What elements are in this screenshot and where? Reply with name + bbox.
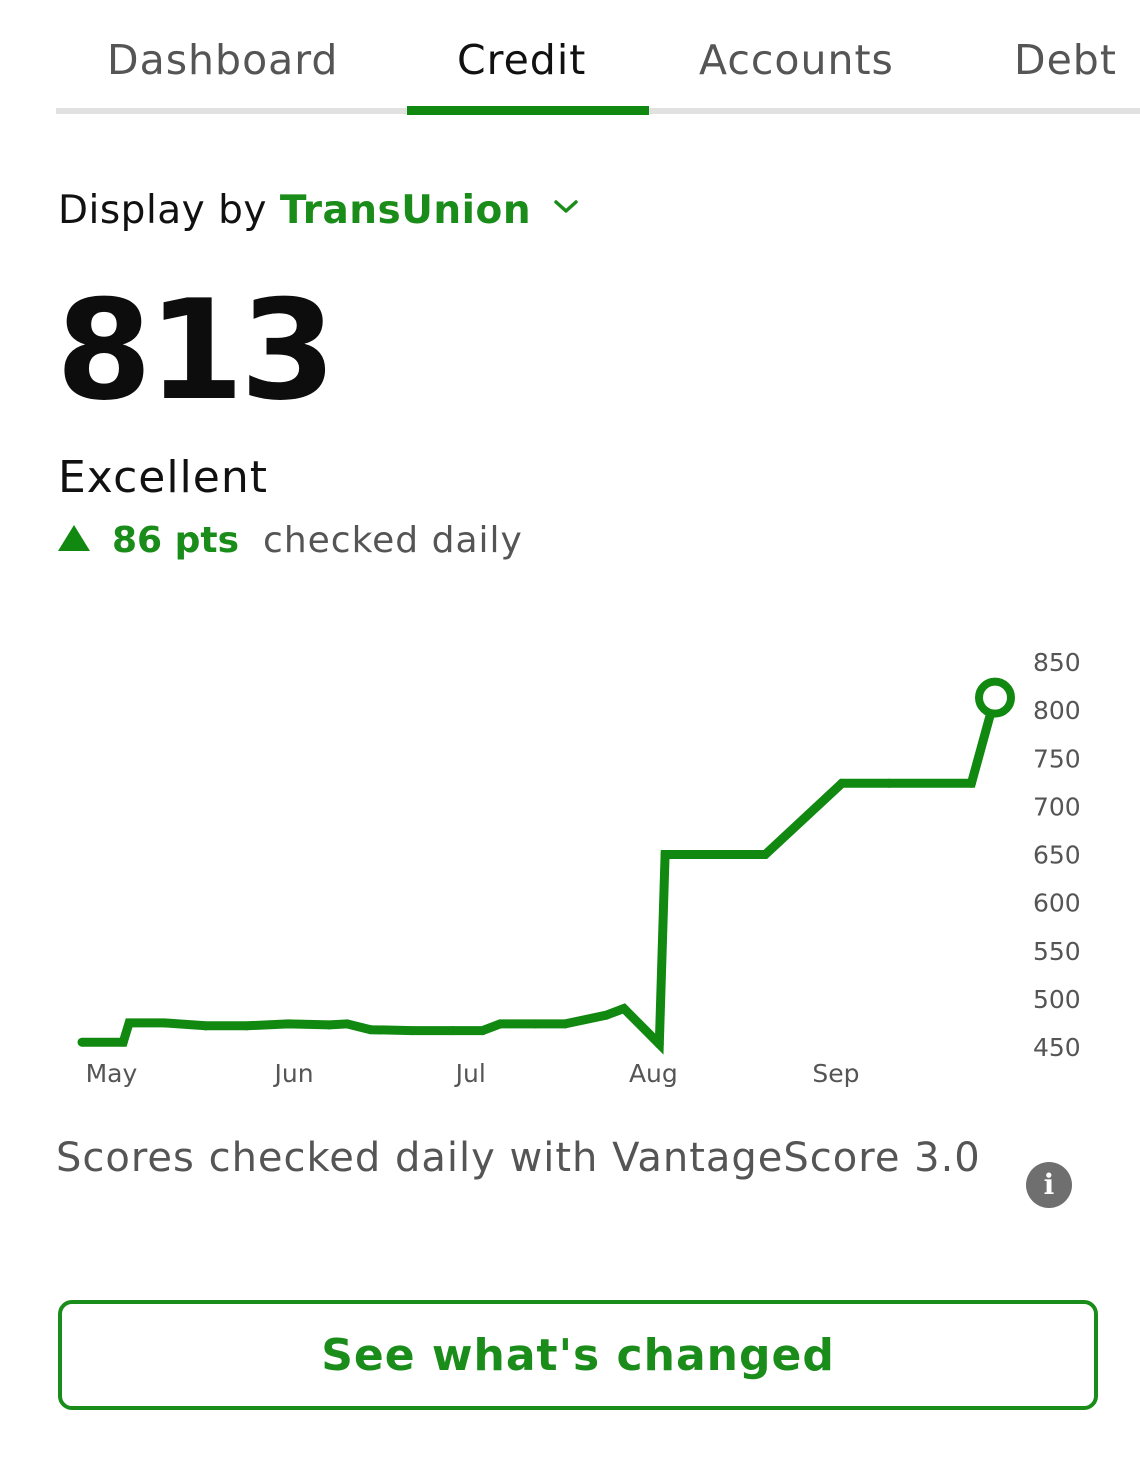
see-whats-changed-button[interactable]: See what's changed (58, 1300, 1098, 1410)
y-tick-label: 550 (1033, 937, 1081, 966)
data-point (531, 1019, 541, 1029)
data-point (478, 1026, 488, 1036)
credit-score-rating: Excellent (58, 452, 268, 503)
y-tick-label: 650 (1033, 841, 1081, 870)
data-point (701, 850, 711, 859)
y-tick-label: 850 (1033, 648, 1081, 677)
current-score-marker[interactable] (975, 677, 1015, 718)
score-check-frequency: checked daily (263, 520, 523, 561)
tab-dashboard[interactable]: Dashboard (107, 36, 338, 84)
tab-accounts[interactable]: Accounts (699, 36, 894, 84)
score-series-line (82, 696, 1000, 1055)
data-point (124, 1018, 134, 1028)
data-point (118, 1037, 128, 1047)
chart-series-layer (77, 677, 1015, 1055)
y-tick-label: 700 (1033, 792, 1081, 821)
data-point (660, 850, 670, 859)
data-point (601, 1010, 611, 1020)
scoring-model-note: Scores checked daily with VantageScore 3… (56, 1135, 981, 1181)
data-point (242, 1021, 252, 1031)
data-point (884, 778, 894, 788)
data-point (966, 778, 976, 788)
data-point (342, 1019, 352, 1029)
x-tick-label: May (86, 1059, 138, 1088)
info-icon[interactable]: i (1026, 1162, 1072, 1208)
data-point (654, 1039, 664, 1049)
bureau-dropdown-value: TransUnion (279, 188, 532, 233)
data-point (619, 1004, 629, 1013)
credit-score-value: 813 (56, 270, 336, 431)
x-tick-label: Sep (812, 1059, 859, 1088)
data-point (560, 1019, 570, 1029)
data-point (201, 1021, 211, 1031)
triangle-up-icon (58, 525, 90, 551)
y-tick-label: 800 (1033, 696, 1081, 725)
data-point (837, 778, 847, 788)
bureau-dropdown[interactable]: TransUnion (280, 188, 579, 233)
score-change-points: 86 pts (112, 520, 240, 561)
y-axis-ticks: 850 800 750 700 650 600 550 500 450 (1033, 648, 1081, 1062)
data-point (760, 850, 770, 859)
active-tab-indicator (407, 106, 649, 115)
data-point (407, 1026, 417, 1036)
x-tick-label: Aug (629, 1059, 678, 1088)
tab-debt[interactable]: Debt (1014, 36, 1117, 84)
display-by-label: Display by (58, 188, 267, 233)
x-tick-label: Jun (273, 1059, 314, 1088)
data-point (366, 1025, 376, 1035)
x-tick-label: Jul (454, 1059, 486, 1088)
score-change-row: 86 pts checked daily (56, 520, 523, 561)
y-tick-label: 600 (1033, 889, 1081, 918)
data-point (324, 1020, 334, 1030)
tab-credit[interactable]: Credit (457, 36, 586, 84)
y-tick-label: 500 (1033, 985, 1081, 1014)
data-point (283, 1019, 293, 1029)
score-history-chart: 850 800 750 700 650 600 550 500 450 May Jun Jul Aug… (77, 648, 1081, 1088)
y-tick-label: 750 (1033, 744, 1081, 773)
x-axis-ticks: May Jun Jul Aug Sep (86, 1059, 860, 1088)
display-by-row: Display by TransUnion (58, 188, 579, 233)
y-tick-label: 450 (1033, 1033, 1081, 1062)
data-point (77, 1037, 87, 1047)
data-point (159, 1018, 169, 1028)
chevron-down-icon (554, 199, 578, 213)
tab-bar: Dashboard Credit Accounts Debt (0, 0, 1140, 118)
data-point (448, 1026, 458, 1036)
data-point (495, 1019, 505, 1029)
